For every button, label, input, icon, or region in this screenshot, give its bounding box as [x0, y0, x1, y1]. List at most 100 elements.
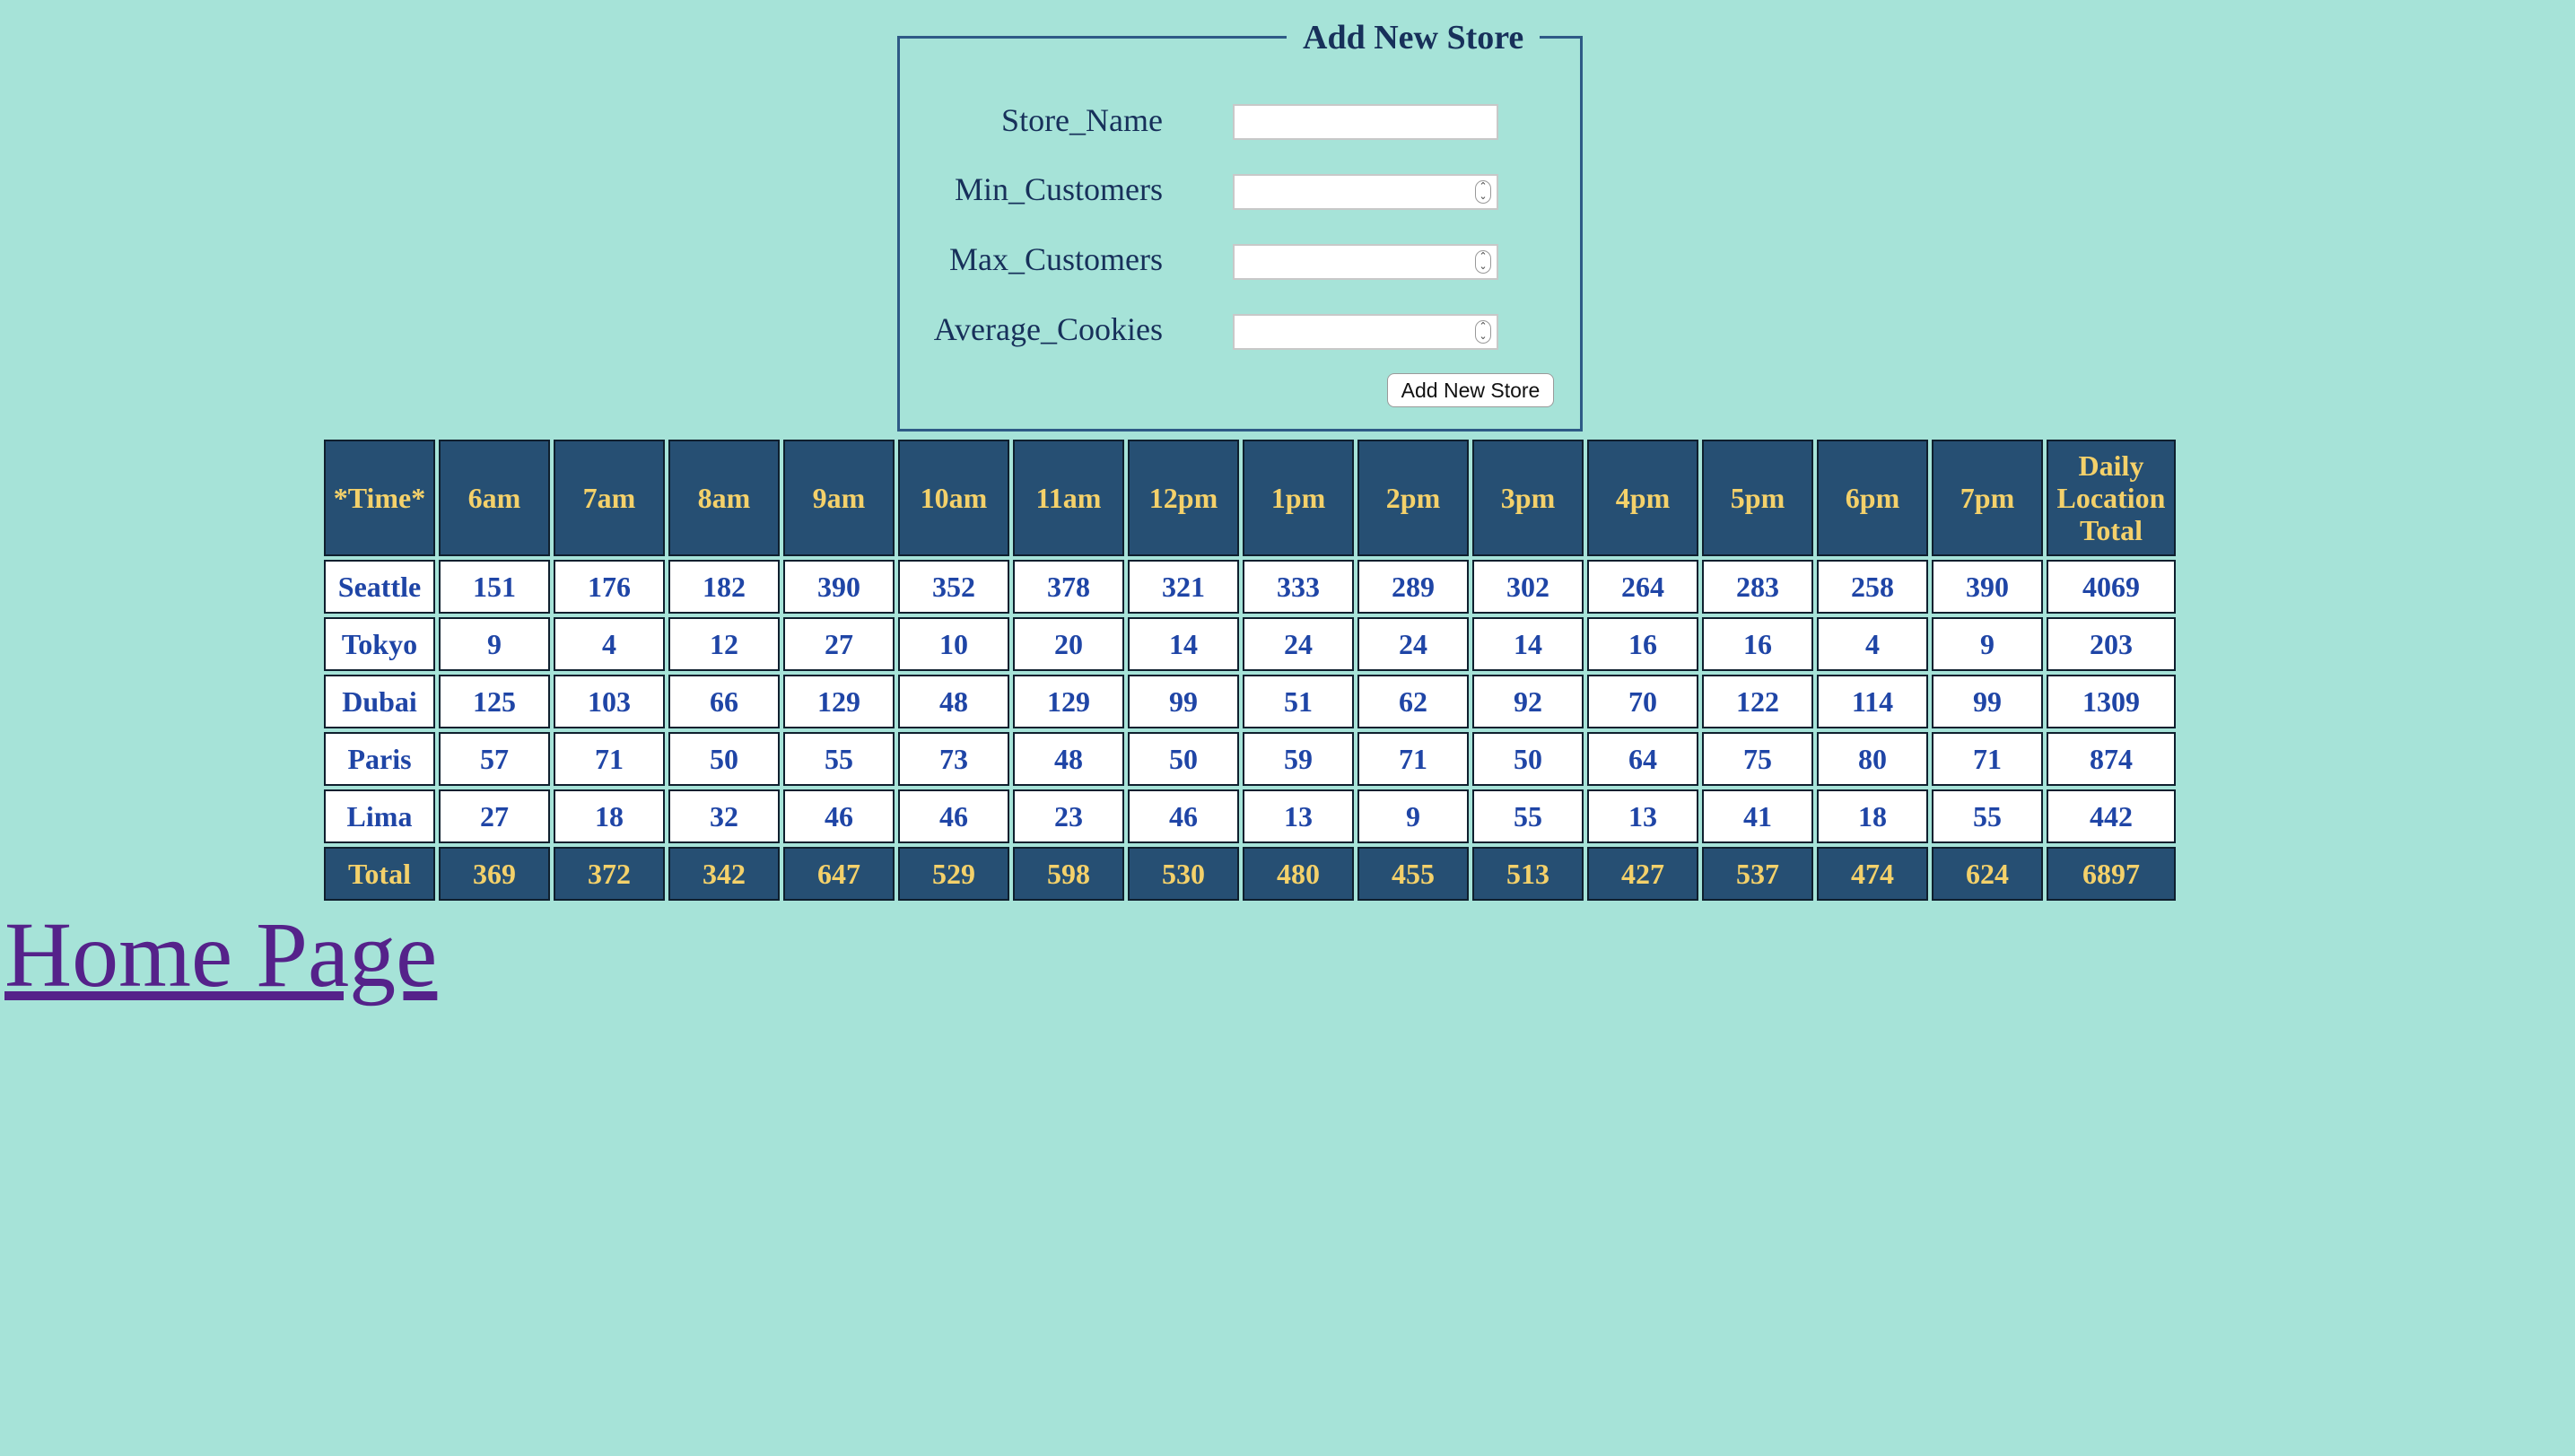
table-row: Lima 27 18 32 46 46 23 46 13 9 55 13 41 …: [324, 789, 2176, 843]
stepper-icon[interactable]: ⌃ ⌄: [1475, 320, 1491, 344]
daily-total-cell: 442: [2047, 789, 2176, 843]
add-new-store-button[interactable]: Add New Store: [1387, 373, 1554, 407]
add-store-fieldset: [897, 36, 1583, 432]
total-cell: 455: [1357, 847, 1469, 901]
table-cell: 122: [1702, 675, 1813, 728]
table-cell: 390: [1932, 560, 2043, 614]
table-cell: 46: [898, 789, 1009, 843]
daily-total-cell: 1309: [2047, 675, 2176, 728]
total-cell: 598: [1013, 847, 1124, 901]
table-cell: 99: [1932, 675, 2043, 728]
table-cell: 151: [439, 560, 550, 614]
total-cell: 372: [554, 847, 665, 901]
table-cell: 50: [1472, 732, 1584, 786]
table-cell: 18: [554, 789, 665, 843]
total-cell: 342: [668, 847, 780, 901]
table-cell: 10: [898, 617, 1009, 671]
daily-total-cell: 203: [2047, 617, 2176, 671]
table-cell: 71: [554, 732, 665, 786]
table-cell: 129: [1013, 675, 1124, 728]
table-cell: 18: [1817, 789, 1928, 843]
header-cell: 7am: [554, 440, 665, 556]
stepper-icon[interactable]: ⌃ ⌄: [1475, 180, 1491, 204]
daily-total-cell: 874: [2047, 732, 2176, 786]
table-cell: 20: [1013, 617, 1124, 671]
table-cell: 48: [1013, 732, 1124, 786]
table-cell: 62: [1357, 675, 1469, 728]
table-cell: 9: [1357, 789, 1469, 843]
table-cell: 57: [439, 732, 550, 786]
total-cell: 530: [1128, 847, 1239, 901]
table-cell: 99: [1128, 675, 1239, 728]
table-cell: 289: [1357, 560, 1469, 614]
table-cell: 71: [1357, 732, 1469, 786]
average-cookies-input[interactable]: ⌃ ⌄: [1233, 314, 1498, 350]
table-row: Dubai 125 103 66 129 48 129 99 51 62 92 …: [324, 675, 2176, 728]
table-cell: 51: [1243, 675, 1354, 728]
table-cell: 352: [898, 560, 1009, 614]
header-cell: 3pm: [1472, 440, 1584, 556]
add-store-legend: Add New Store: [1287, 13, 1541, 63]
table-cell: 24: [1243, 617, 1354, 671]
store-name-cell: Paris: [324, 732, 435, 786]
table-cell: 75: [1702, 732, 1813, 786]
table-cell: 114: [1817, 675, 1928, 728]
store-name-label: Store_Name: [1001, 102, 1163, 138]
table-cell: 64: [1587, 732, 1698, 786]
header-cell: 10am: [898, 440, 1009, 556]
store-name-input[interactable]: [1233, 104, 1498, 140]
table-cell: 41: [1702, 789, 1813, 843]
total-cell: 513: [1472, 847, 1584, 901]
header-cell: 9am: [783, 440, 895, 556]
table-cell: 103: [554, 675, 665, 728]
table-cell: 16: [1587, 617, 1698, 671]
table-cell: 12: [668, 617, 780, 671]
table-cell: 59: [1243, 732, 1354, 786]
table-cell: 73: [898, 732, 1009, 786]
sales-table: *Time* 6am 7am 8am 9am 10am 11am 12pm 1p…: [320, 436, 2179, 904]
grand-total-cell: 6897: [2047, 847, 2176, 901]
header-cell: Daily Location Total: [2047, 440, 2176, 556]
table-cell: 13: [1587, 789, 1698, 843]
header-cell: 5pm: [1702, 440, 1813, 556]
table-row: Seattle 151 176 182 390 352 378 321 333 …: [324, 560, 2176, 614]
table-cell: 9: [439, 617, 550, 671]
table-cell: 27: [439, 789, 550, 843]
header-cell: 12pm: [1128, 440, 1239, 556]
header-cell: 2pm: [1357, 440, 1469, 556]
table-cell: 4: [1817, 617, 1928, 671]
table-cell: 55: [783, 732, 895, 786]
header-cell: 1pm: [1243, 440, 1354, 556]
total-cell: 427: [1587, 847, 1698, 901]
table-cell: 46: [1128, 789, 1239, 843]
table-cell: 258: [1817, 560, 1928, 614]
totals-label-cell: Total: [324, 847, 435, 901]
min-customers-input[interactable]: ⌃ ⌄: [1233, 174, 1498, 210]
table-row: Paris 57 71 50 55 73 48 50 59 71 50 64 7…: [324, 732, 2176, 786]
total-cell: 537: [1702, 847, 1813, 901]
table-cell: 46: [783, 789, 895, 843]
max-customers-input[interactable]: ⌃ ⌄: [1233, 244, 1498, 280]
average-cookies-label: Average_Cookies: [933, 311, 1163, 347]
table-cell: 70: [1587, 675, 1698, 728]
table-cell: 24: [1357, 617, 1469, 671]
home-page-link[interactable]: Home Page: [4, 897, 437, 1014]
min-customers-label: Min_Customers: [954, 171, 1163, 207]
header-cell: 7pm: [1932, 440, 2043, 556]
table-cell: 390: [783, 560, 895, 614]
table-cell: 125: [439, 675, 550, 728]
store-name-cell: Tokyo: [324, 617, 435, 671]
table-cell: 176: [554, 560, 665, 614]
table-cell: 333: [1243, 560, 1354, 614]
total-cell: 369: [439, 847, 550, 901]
table-cell: 321: [1128, 560, 1239, 614]
stepper-icon[interactable]: ⌃ ⌄: [1475, 250, 1491, 274]
table-cell: 16: [1702, 617, 1813, 671]
table-cell: 283: [1702, 560, 1813, 614]
table-cell: 13: [1243, 789, 1354, 843]
header-cell: 4pm: [1587, 440, 1698, 556]
table-cell: 92: [1472, 675, 1584, 728]
table-cell: 48: [898, 675, 1009, 728]
total-cell: 647: [783, 847, 895, 901]
table-cell: 14: [1128, 617, 1239, 671]
